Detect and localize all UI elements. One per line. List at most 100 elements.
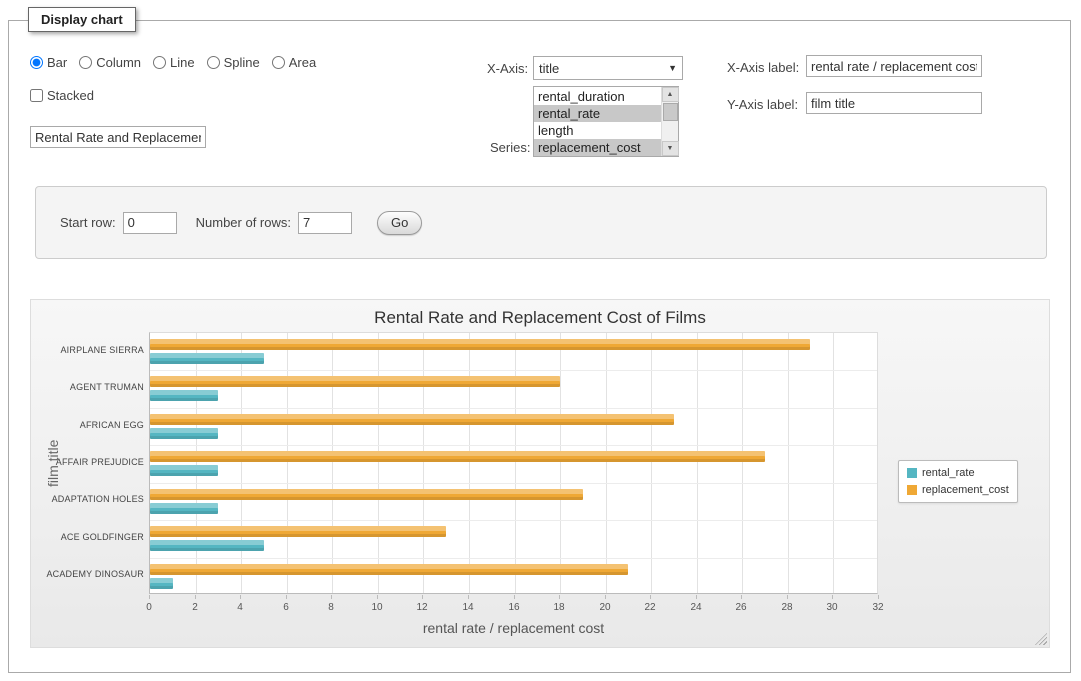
radio-spline[interactable]: Spline [207, 55, 260, 70]
legend-label: rental_rate [922, 467, 975, 479]
legend-item[interactable]: rental_rate [907, 467, 1009, 479]
radio-spline-input[interactable] [207, 56, 220, 69]
stacked-row: Stacked [30, 88, 94, 103]
rows-panel: Start row: Number of rows: Go [35, 186, 1047, 259]
x-tick-label: 14 [453, 602, 483, 613]
radio-line-input[interactable] [153, 56, 166, 69]
x-tick-label: 4 [225, 602, 255, 613]
legend-swatch [907, 468, 917, 478]
tick-mark [195, 595, 196, 599]
scroll-down-icon[interactable]: ▼ [662, 141, 679, 156]
gridline [606, 333, 607, 593]
radio-bar[interactable]: Bar [30, 55, 67, 70]
x-tick-label: 8 [316, 602, 346, 613]
category-label: ACADEMY DINOSAUR [35, 569, 144, 579]
tick-mark [331, 595, 332, 599]
xaxis-select-value: title [539, 61, 559, 76]
series-option-rental-rate[interactable]: rental_rate [534, 105, 661, 122]
x-tick-label: 6 [271, 602, 301, 613]
tick-mark [514, 595, 515, 599]
series-option-rental-duration[interactable]: rental_duration [534, 88, 661, 105]
xaxis-select[interactable]: title ▼ [533, 56, 683, 80]
xaxis-select-label: X-Axis: [487, 61, 528, 76]
category-label: ACE GOLDFINGER [35, 532, 144, 542]
resize-handle-icon[interactable] [1035, 633, 1047, 645]
gridline [742, 333, 743, 593]
scrollbar-thumb[interactable] [663, 103, 678, 121]
bar-replacement_cost [150, 339, 810, 350]
bar-rental_rate [150, 540, 264, 551]
bar-replacement_cost [150, 489, 583, 500]
tick-mark [286, 595, 287, 599]
chart-title-input[interactable] [30, 126, 206, 148]
radio-area-input[interactable] [272, 56, 285, 69]
gridline [150, 483, 877, 484]
x-tick-label: 20 [590, 602, 620, 613]
num-rows-input[interactable] [298, 212, 352, 234]
series-label: Series: [490, 140, 530, 155]
stacked-label: Stacked [47, 88, 94, 103]
chart-legend: rental_rate replacement_cost [898, 460, 1018, 503]
gridline [651, 333, 652, 593]
num-rows-label: Number of rows: [196, 215, 291, 230]
series-multiselect[interactable]: rental_duration rental_rate length repla… [533, 86, 679, 157]
gridline [469, 333, 470, 593]
category-label: AGENT TRUMAN [35, 382, 144, 392]
x-tick-label: 26 [726, 602, 756, 613]
scroll-up-icon[interactable]: ▲ [662, 87, 679, 102]
radio-column-input[interactable] [79, 56, 92, 69]
radio-area[interactable]: Area [272, 55, 316, 70]
x-tick-label: 24 [681, 602, 711, 613]
x-tick-label: 32 [863, 602, 893, 613]
radio-bar-input[interactable] [30, 56, 43, 69]
gridline [287, 333, 288, 593]
start-row-input[interactable] [123, 212, 177, 234]
bar-rental_rate [150, 578, 173, 589]
gridline [833, 333, 834, 593]
gridline [241, 333, 242, 593]
category-label: ADAPTATION HOLES [35, 494, 144, 504]
chart-type-radio-group: Bar Column Line Spline Area [30, 55, 316, 70]
category-label: AIRPLANE SIERRA [35, 345, 144, 355]
gridline [332, 333, 333, 593]
xaxis-label-input[interactable] [806, 55, 982, 77]
gridline [150, 445, 877, 446]
yaxis-label-input[interactable] [806, 92, 982, 114]
x-tick-label: 2 [180, 602, 210, 613]
radio-line[interactable]: Line [153, 55, 195, 70]
x-tick-label: 16 [499, 602, 529, 613]
radio-column[interactable]: Column [79, 55, 141, 70]
radio-bar-label: Bar [47, 55, 67, 70]
chart-container: Rental Rate and Replacement Cost of Film… [30, 299, 1050, 648]
radio-area-label: Area [289, 55, 316, 70]
stacked-checkbox-input[interactable] [30, 89, 43, 102]
plot-area [149, 332, 878, 594]
gridline [150, 558, 877, 559]
scrollbar[interactable]: ▲ ▼ [661, 87, 678, 156]
series-option-length[interactable]: length [534, 122, 661, 139]
x-tick-label: 30 [817, 602, 847, 613]
gridline [697, 333, 698, 593]
gridline [150, 408, 877, 409]
tick-mark [422, 595, 423, 599]
legend-label: replacement_cost [922, 484, 1009, 496]
go-button[interactable]: Go [377, 211, 422, 235]
panel-legend: Display chart [28, 7, 136, 32]
x-tick-label: 22 [635, 602, 665, 613]
radio-column-label: Column [96, 55, 141, 70]
stacked-checkbox-item[interactable]: Stacked [30, 88, 94, 103]
bar-replacement_cost [150, 376, 560, 387]
bar-rental_rate [150, 465, 218, 476]
tick-mark [149, 595, 150, 599]
x-axis-title: rental rate / replacement cost [149, 620, 878, 636]
gridline [515, 333, 516, 593]
x-tick-label: 0 [134, 602, 164, 613]
gridline [150, 370, 877, 371]
panel-legend-label: Display chart [41, 12, 123, 27]
category-label: AFFAIR PREJUDICE [35, 457, 144, 467]
radio-line-label: Line [170, 55, 195, 70]
bar-rental_rate [150, 428, 218, 439]
series-option-replacement-cost[interactable]: replacement_cost [534, 139, 661, 156]
tick-mark [240, 595, 241, 599]
legend-item[interactable]: replacement_cost [907, 484, 1009, 496]
